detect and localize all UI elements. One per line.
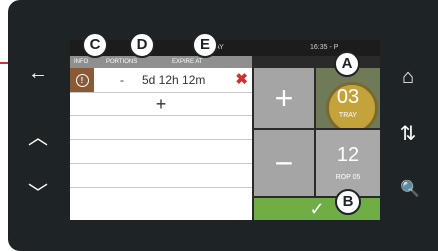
portions-value: - bbox=[120, 73, 124, 87]
delete-icon[interactable]: ✖ bbox=[235, 68, 248, 92]
tray-tile[interactable]: 03 TRAY bbox=[316, 68, 380, 128]
callout-b: B bbox=[335, 189, 361, 215]
column-info: INFO bbox=[74, 59, 89, 65]
sort-button[interactable]: ⇅ bbox=[396, 124, 420, 144]
count-tile[interactable]: 12 ROP 05 bbox=[316, 130, 380, 196]
add-row-button[interactable]: + bbox=[70, 93, 252, 116]
column-portions: PORTIONS bbox=[106, 59, 138, 65]
search-button[interactable]: 🔍 bbox=[398, 180, 422, 200]
empty-row bbox=[70, 116, 252, 140]
expire-value: 5d 12h 12m bbox=[142, 73, 206, 87]
tray-number: 03 bbox=[336, 86, 360, 108]
back-button[interactable]: ← bbox=[26, 63, 50, 83]
callout-d: D bbox=[129, 32, 155, 58]
scroll-down-button[interactable]: ﹀ bbox=[26, 184, 50, 204]
callout-e: E bbox=[192, 32, 218, 58]
home-button[interactable]: ⌂ bbox=[396, 67, 420, 87]
status-bar: AY 16:35 - P bbox=[70, 40, 380, 56]
decrease-button[interactable]: − bbox=[254, 130, 314, 196]
scroll-up-button[interactable]: ︿ bbox=[26, 128, 50, 148]
info-cell[interactable]: ! bbox=[70, 68, 94, 92]
clock: 16:35 - P bbox=[310, 44, 339, 51]
tray-label: TRAY bbox=[338, 112, 358, 119]
increase-button[interactable]: + bbox=[254, 68, 314, 128]
check-icon: ✓ bbox=[309, 198, 325, 219]
count-label: ROP 05 bbox=[335, 174, 361, 181]
info-icon: ! bbox=[75, 73, 89, 87]
count-number: 12 bbox=[336, 144, 360, 166]
column-expire: EXPIRE AT bbox=[172, 59, 203, 65]
confirm-button[interactable]: ✓ bbox=[254, 198, 380, 220]
empty-row bbox=[70, 164, 252, 188]
empty-row bbox=[70, 188, 252, 220]
empty-row bbox=[70, 140, 252, 164]
callout-a: A bbox=[334, 51, 360, 77]
table-row[interactable]: ! - 5d 12h 12m ✖ bbox=[70, 68, 252, 93]
callout-c: C bbox=[82, 32, 108, 58]
table-header: INFO PORTIONS EXPIRE AT bbox=[70, 56, 252, 68]
